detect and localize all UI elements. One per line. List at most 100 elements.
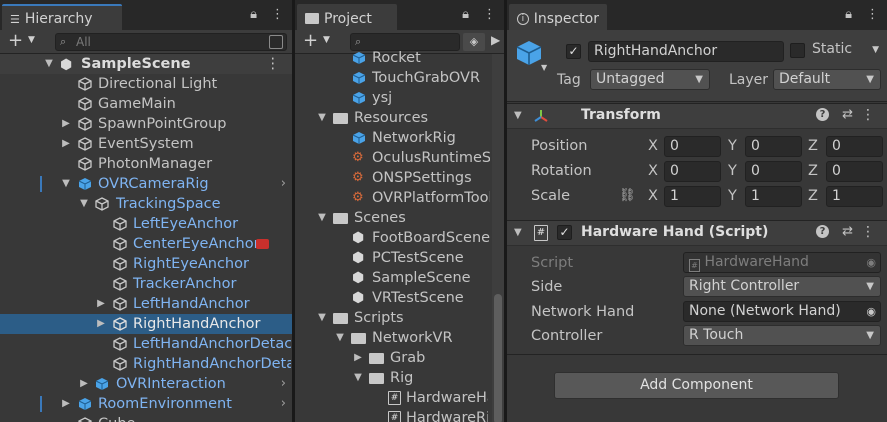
expand-arrow-icon[interactable]: ▶	[352, 348, 364, 368]
expand-arrow-icon[interactable]: ▼	[78, 194, 90, 214]
hierarchy-item[interactable]: ▶ SpawnPointGroup	[0, 114, 292, 134]
project-item[interactable]: ⬢ SampleScene	[295, 268, 492, 288]
project-item[interactable]: NetworkRig	[295, 128, 492, 148]
lock-icon[interactable]: 🔒︎	[462, 7, 469, 22]
kebab-menu-icon[interactable]: ⋮	[271, 7, 284, 22]
expand-arrow-icon[interactable]: ▼	[352, 368, 364, 388]
project-folder[interactable]: ▶ Grab	[295, 348, 492, 368]
position-z-input[interactable]: 0	[826, 136, 883, 157]
position-x-input[interactable]: 0	[664, 136, 721, 157]
expand-arrow-icon[interactable]: ▼	[316, 308, 328, 328]
hierarchy-item[interactable]: LeftEyeAnchor	[0, 214, 292, 234]
hierarchy-item[interactable]: ▶ RoomEnvironment ›	[0, 394, 292, 414]
chevron-right-icon[interactable]: ›	[281, 394, 286, 414]
hierarchy-tab[interactable]: ☰ Hierarchy	[2, 4, 122, 30]
project-item[interactable]: ⚙ ONSPSettings	[295, 168, 492, 188]
project-item[interactable]: ⬢ FootBoardScene	[295, 228, 492, 248]
expand-arrow-icon[interactable]: ▶	[60, 394, 72, 414]
expand-arrow-icon[interactable]: ▼	[514, 227, 522, 238]
hierarchy-item[interactable]: ▶ EventSystem	[0, 134, 292, 154]
rotation-y-input[interactable]: 0	[745, 161, 802, 182]
help-icon[interactable]: ?	[816, 225, 829, 238]
hierarchy-item[interactable]: CenterEyeAnchor	[0, 234, 292, 254]
filter-icon[interactable]: ▶	[491, 33, 500, 47]
add-component-button[interactable]: Add Component	[554, 372, 839, 399]
expand-arrow-icon[interactable]: ▼	[43, 54, 55, 74]
position-y-input[interactable]: 0	[745, 136, 802, 157]
inspector-tab[interactable]: i Inspector	[509, 4, 607, 30]
expand-arrow-icon[interactable]: ▶	[60, 134, 72, 154]
object-picker-icon[interactable]: ◉	[866, 302, 876, 321]
transform-header[interactable]: ▼ Transform ? ⇄ ⋮	[507, 103, 887, 129]
tag-dropdown[interactable]: Untagged ▼	[590, 69, 710, 90]
rotation-x-input[interactable]: 0	[664, 161, 721, 182]
hierarchy-item[interactable]: RightHandAnchorDetached	[0, 354, 292, 374]
hierarchy-item[interactable]: LeftHandAnchorDetached	[0, 334, 292, 354]
project-item[interactable]: # HardwareHand	[295, 388, 492, 408]
add-icon[interactable]: +	[8, 30, 23, 51]
chevron-right-icon[interactable]: ›	[281, 174, 286, 194]
kebab-menu-icon[interactable]: ⋮	[861, 224, 875, 240]
search-options-icon[interactable]	[269, 35, 283, 49]
lock-icon[interactable]: 🔒︎	[250, 7, 257, 22]
expand-arrow-icon[interactable]: ▼	[316, 208, 328, 228]
gameobject-large-icon[interactable]	[515, 39, 543, 67]
hierarchy-item[interactable]: Cube	[0, 414, 292, 422]
project-item[interactable]: TouchGrabOVR	[295, 68, 492, 88]
preset-icon[interactable]: ⇄	[842, 224, 853, 239]
layer-dropdown[interactable]: Default ▼	[773, 69, 881, 90]
kebab-menu-icon[interactable]: ⋮	[483, 7, 496, 22]
hierarchy-item[interactable]: Directional Light	[0, 74, 292, 94]
project-item[interactable]: ⬢ VRTestScene	[295, 288, 492, 308]
hierarchy-item[interactable]: TrackerAnchor	[0, 274, 292, 294]
hierarchy-search-input[interactable]: ⌕ All	[55, 33, 287, 51]
project-folder[interactable]: ▼ Scripts	[295, 308, 492, 328]
static-checkbox[interactable]	[790, 43, 805, 58]
side-dropdown[interactable]: Right Controller ▼	[683, 276, 881, 297]
hierarchy-item[interactable]: ▶ OVRInteraction ›	[0, 374, 292, 394]
hierarchy-item[interactable]: GameMain	[0, 94, 292, 114]
lock-icon[interactable]: 🔒︎	[845, 7, 852, 22]
project-tab[interactable]: Project	[297, 4, 397, 30]
static-dropdown-icon[interactable]: ▼	[872, 45, 879, 55]
scene-row[interactable]: ▼ ⬢ SampleScene ⋮	[0, 54, 292, 74]
expand-arrow-icon[interactable]: ▶	[78, 374, 90, 394]
chevron-down-icon[interactable]: ▼	[541, 63, 547, 72]
project-folder[interactable]: ▼ Scenes	[295, 208, 492, 228]
component-enabled-checkbox[interactable]: ✓	[557, 225, 572, 240]
help-icon[interactable]: ?	[816, 108, 829, 121]
chevron-down-icon[interactable]: ▼	[323, 35, 330, 45]
chevron-right-icon[interactable]: ›	[281, 374, 286, 394]
kebab-menu-icon[interactable]: ⋮	[866, 7, 879, 22]
controller-dropdown[interactable]: R Touch ▼	[683, 325, 881, 346]
preset-icon[interactable]: ⇄	[842, 107, 853, 122]
project-item[interactable]: Rocket	[295, 48, 492, 68]
hierarchy-item[interactable]: PhotonManager	[0, 154, 292, 174]
project-scrollbar[interactable]	[492, 54, 504, 422]
expand-arrow-icon[interactable]: ▶	[95, 294, 107, 314]
expand-arrow-icon[interactable]: ▼	[60, 174, 72, 194]
constrain-proportions-icon[interactable]: ⛓	[619, 184, 636, 208]
project-folder[interactable]: ▼ Resources	[295, 108, 492, 128]
scene-menu-icon[interactable]: ⋮	[266, 54, 281, 74]
hierarchy-item[interactable]: ▼ TrackingSpace	[0, 194, 292, 214]
kebab-menu-icon[interactable]: ⋮	[861, 107, 875, 123]
project-item[interactable]: ysj	[295, 88, 492, 108]
project-item[interactable]: # HardwareRig	[295, 408, 492, 422]
scale-z-input[interactable]: 1	[826, 186, 883, 207]
expand-arrow-icon[interactable]: ▼	[334, 328, 346, 348]
project-scrollbar-thumb[interactable]	[494, 294, 502, 422]
project-item[interactable]: ⬢ PCTestScene	[295, 248, 492, 268]
expand-arrow-icon[interactable]: ▶	[95, 314, 107, 334]
active-checkbox[interactable]: ✓	[566, 44, 581, 59]
object-name-input[interactable]: RightHandAnchor	[588, 41, 784, 62]
expand-arrow-icon[interactable]: ▼	[514, 110, 522, 121]
scale-y-input[interactable]: 1	[745, 186, 802, 207]
hierarchy-item[interactable]: RightEyeAnchor	[0, 254, 292, 274]
hardware-hand-header[interactable]: ▼ # ✓ Hardware Hand (Script) ? ⇄ ⋮	[507, 220, 887, 246]
rotation-z-input[interactable]: 0	[826, 161, 883, 182]
expand-arrow-icon[interactable]: ▼	[316, 108, 328, 128]
hierarchy-item[interactable]: ▼ OVRCameraRig ›	[0, 174, 292, 194]
hierarchy-item-selected[interactable]: ▶ RightHandAnchor	[0, 314, 292, 334]
scale-x-input[interactable]: 1	[664, 186, 721, 207]
